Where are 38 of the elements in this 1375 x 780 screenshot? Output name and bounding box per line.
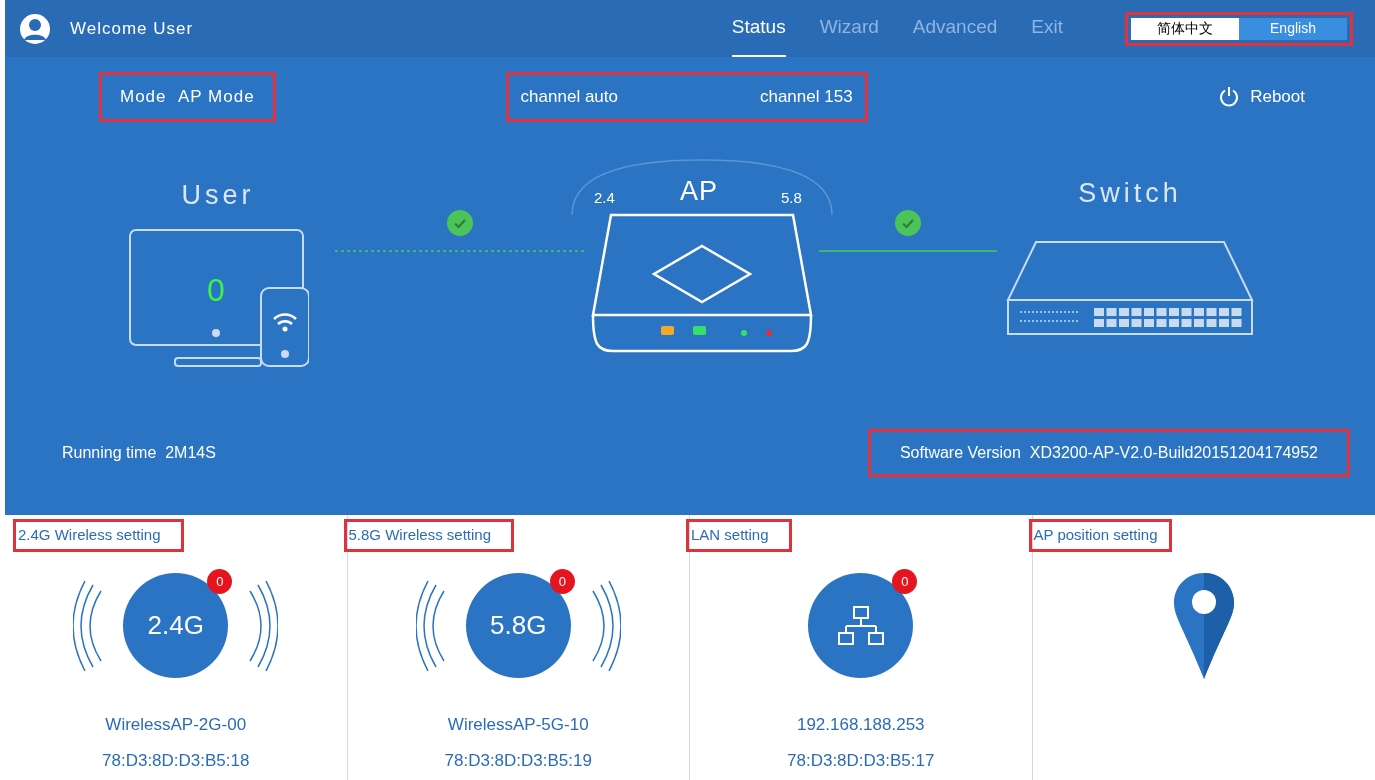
network-icon[interactable] bbox=[837, 605, 884, 646]
card-title-link[interactable]: AP position setting bbox=[1028, 519, 1173, 552]
nav-tab[interactable]: Wizard bbox=[819, 0, 879, 57]
count-badge: 0 bbox=[549, 569, 575, 594]
nav-tab[interactable]: Exit bbox=[1031, 0, 1063, 57]
mode-label: Mode AP Mode bbox=[99, 72, 276, 122]
card-info-text: 78:D3:8D:D3:B5:19 bbox=[444, 750, 592, 772]
card-info-text: 192.168.188.253 bbox=[796, 713, 925, 736]
signal-waves-icon bbox=[415, 580, 448, 671]
card-title-link[interactable]: 2.4G Wireless setting bbox=[13, 519, 184, 552]
channel-label: channel auto bbox=[520, 86, 618, 109]
card-title-link[interactable]: 5.8G Wireless setting bbox=[343, 519, 515, 552]
switch-label: Switch bbox=[1078, 177, 1182, 210]
count-badge: 0 bbox=[207, 569, 233, 594]
software-version-text: Software Version XD3200-AP-V2.0-Build20151204174952 bbox=[867, 429, 1350, 477]
nav-tab[interactable]: Advanced bbox=[912, 0, 998, 57]
card-info-text: 78:D3:8D:D3:B5:18 bbox=[102, 750, 250, 772]
signal-waves-icon bbox=[246, 580, 279, 671]
user-label: User bbox=[181, 179, 255, 212]
running-time-text: Running time 2M14S bbox=[62, 443, 216, 463]
card-info-text: WirelessAP-5G-10 bbox=[447, 713, 589, 736]
reboot-button[interactable]: Reboot bbox=[1218, 84, 1305, 110]
band-label: 5.8 bbox=[781, 188, 802, 208]
language-button[interactable]: 简体中文 bbox=[1131, 17, 1239, 40]
user-count: 0 bbox=[207, 270, 225, 310]
power-icon bbox=[1218, 86, 1241, 108]
count-badge: 0 bbox=[892, 569, 918, 594]
location-pin-icon[interactable] bbox=[1173, 572, 1234, 679]
card-title-link[interactable]: LAN setting bbox=[686, 519, 792, 552]
language-button[interactable]: English bbox=[1239, 17, 1347, 40]
card-info-text: WirelessAP-2G-00 bbox=[105, 713, 247, 736]
ap-label: AP bbox=[680, 175, 719, 208]
card-info-text: 78:D3:8D:D3:B5:17 bbox=[787, 750, 935, 772]
channel-label: channel 153 bbox=[759, 86, 853, 109]
welcome-text: Welcome User bbox=[70, 17, 194, 40]
nav-tab[interactable]: Status bbox=[731, 0, 786, 57]
user-avatar-icon bbox=[19, 12, 51, 45]
band-label: 2.4 bbox=[594, 188, 615, 208]
